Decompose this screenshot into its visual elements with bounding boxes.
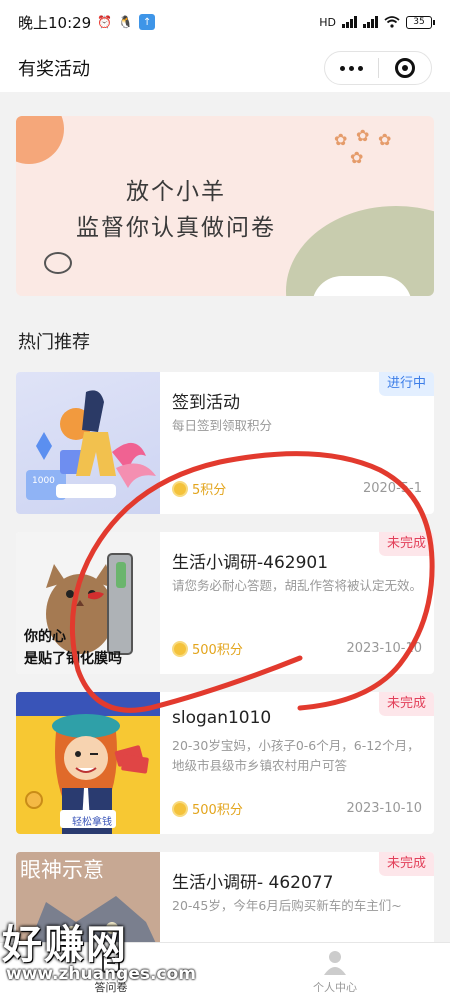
user-icon — [322, 949, 348, 975]
card-date: 2023-10-10 — [346, 801, 422, 816]
tab-profile[interactable]: 个人中心 — [280, 949, 390, 995]
thumb-label: 眼神示意 — [20, 858, 104, 882]
page-title: 有奖活动 — [18, 59, 90, 80]
paw-icon — [44, 252, 72, 274]
card-title: 生活小调研-462901 — [172, 553, 329, 573]
card-title: slogan1010 — [172, 708, 272, 728]
card-description: 每日签到领取积分 — [172, 418, 273, 433]
signal-icon-2 — [363, 16, 378, 28]
thumb-label: 轻松拿钱 — [72, 817, 112, 828]
card-thumbnail: 你的心 是贴了钢化膜吗 — [16, 532, 160, 674]
header: 有奖活动 — [0, 44, 450, 92]
section-title: 热门推荐 — [18, 332, 90, 353]
tab-label: 个人中心 — [313, 981, 357, 994]
status-bar: 晚上10:29 ⏰ 🐧 ↑ HD 35 — [0, 0, 450, 44]
app-notification-icon: ↑ — [139, 14, 156, 30]
alarm-icon: ⏰ — [97, 15, 113, 29]
points: 5积分 — [172, 479, 226, 498]
card-date: 2023-10-10 — [346, 641, 422, 656]
status-badge: 进行中 — [378, 372, 434, 396]
activity-card[interactable]: 1000 签到活动 每日签到领取积分 5积分 2020-5-1 进行中 — [16, 372, 434, 514]
more-dots-icon — [339, 65, 363, 71]
points: 500积分 — [172, 799, 243, 818]
more-button[interactable] — [325, 52, 378, 84]
qq-icon: 🐧 — [118, 15, 134, 29]
points-value: 500积分 — [192, 803, 243, 818]
target-icon — [394, 58, 415, 78]
watermark-url: www.zhuanges.com — [6, 964, 196, 984]
card-title: 生活小调研- 462077 — [172, 873, 334, 893]
sheep-icon — [316, 288, 406, 296]
banner-text: 放个小羊 监督你认真做问卷 — [56, 174, 296, 246]
status-badge: 未完成 — [378, 852, 434, 876]
card-description: 20-30岁宝妈，小孩子0-6个月，6-12个月，地级市县级市乡镇农村用户可答 — [172, 738, 420, 773]
card-date: 2020-5-1 — [362, 481, 422, 496]
points: 500积分 — [172, 639, 243, 658]
status-time: 晚上10:29 — [18, 13, 92, 32]
watermark: 好赚网 — [2, 922, 128, 968]
banner-line-1: 放个小羊 — [126, 179, 226, 205]
thumb-label: 1000 — [32, 476, 55, 486]
flower-icon: ✿ — [350, 148, 364, 167]
banner-line-2: 监督你认真做问卷 — [76, 215, 276, 241]
thumb-text-1: 你的心 — [24, 629, 66, 645]
activity-card[interactable]: 轻松拿钱 slogan1010 20-30岁宝妈，小孩子0-6个月，6-12个月… — [16, 692, 434, 834]
activity-card[interactable]: 你的心 是贴了钢化膜吗 生活小调研-462901 请您务必耐心答题，胡乱作答将被… — [16, 532, 434, 674]
coin-icon — [172, 640, 188, 657]
mini-program-capsule — [324, 51, 432, 85]
card-thumbnail: 1000 — [16, 372, 160, 514]
card-description: 20-45岁，今年6月后购买新车的车主们~ — [172, 898, 402, 913]
flower-icon: ✿ — [334, 130, 348, 149]
signal-icon — [342, 16, 357, 28]
battery-icon: 35 — [406, 15, 435, 29]
banner[interactable]: ✿ ✿ ✿ ✿ 放个小羊 监督你认真做问卷 — [16, 116, 434, 296]
close-button[interactable] — [379, 52, 432, 84]
points-value: 5积分 — [192, 483, 227, 498]
status-badge: 未完成 — [378, 532, 434, 556]
flower-icon: ✿ — [378, 130, 392, 149]
wifi-icon — [384, 16, 400, 28]
coin-icon — [172, 480, 188, 497]
status-badge: 未完成 — [378, 692, 434, 716]
points-value: 500积分 — [192, 643, 243, 658]
thumb-text-block: 你的心 是贴了钢化膜吗 — [24, 626, 122, 670]
flower-icon: ✿ — [356, 126, 370, 145]
card-title: 签到活动 — [172, 393, 240, 413]
coin-icon — [172, 800, 188, 817]
sun-icon — [16, 116, 64, 164]
hd-label: HD — [319, 15, 336, 29]
thumb-text-2: 是贴了钢化膜吗 — [24, 651, 122, 667]
card-thumbnail: 轻松拿钱 — [16, 692, 160, 834]
card-description: 请您务必耐心答题，胡乱作答将被认定无效。 — [172, 578, 423, 593]
